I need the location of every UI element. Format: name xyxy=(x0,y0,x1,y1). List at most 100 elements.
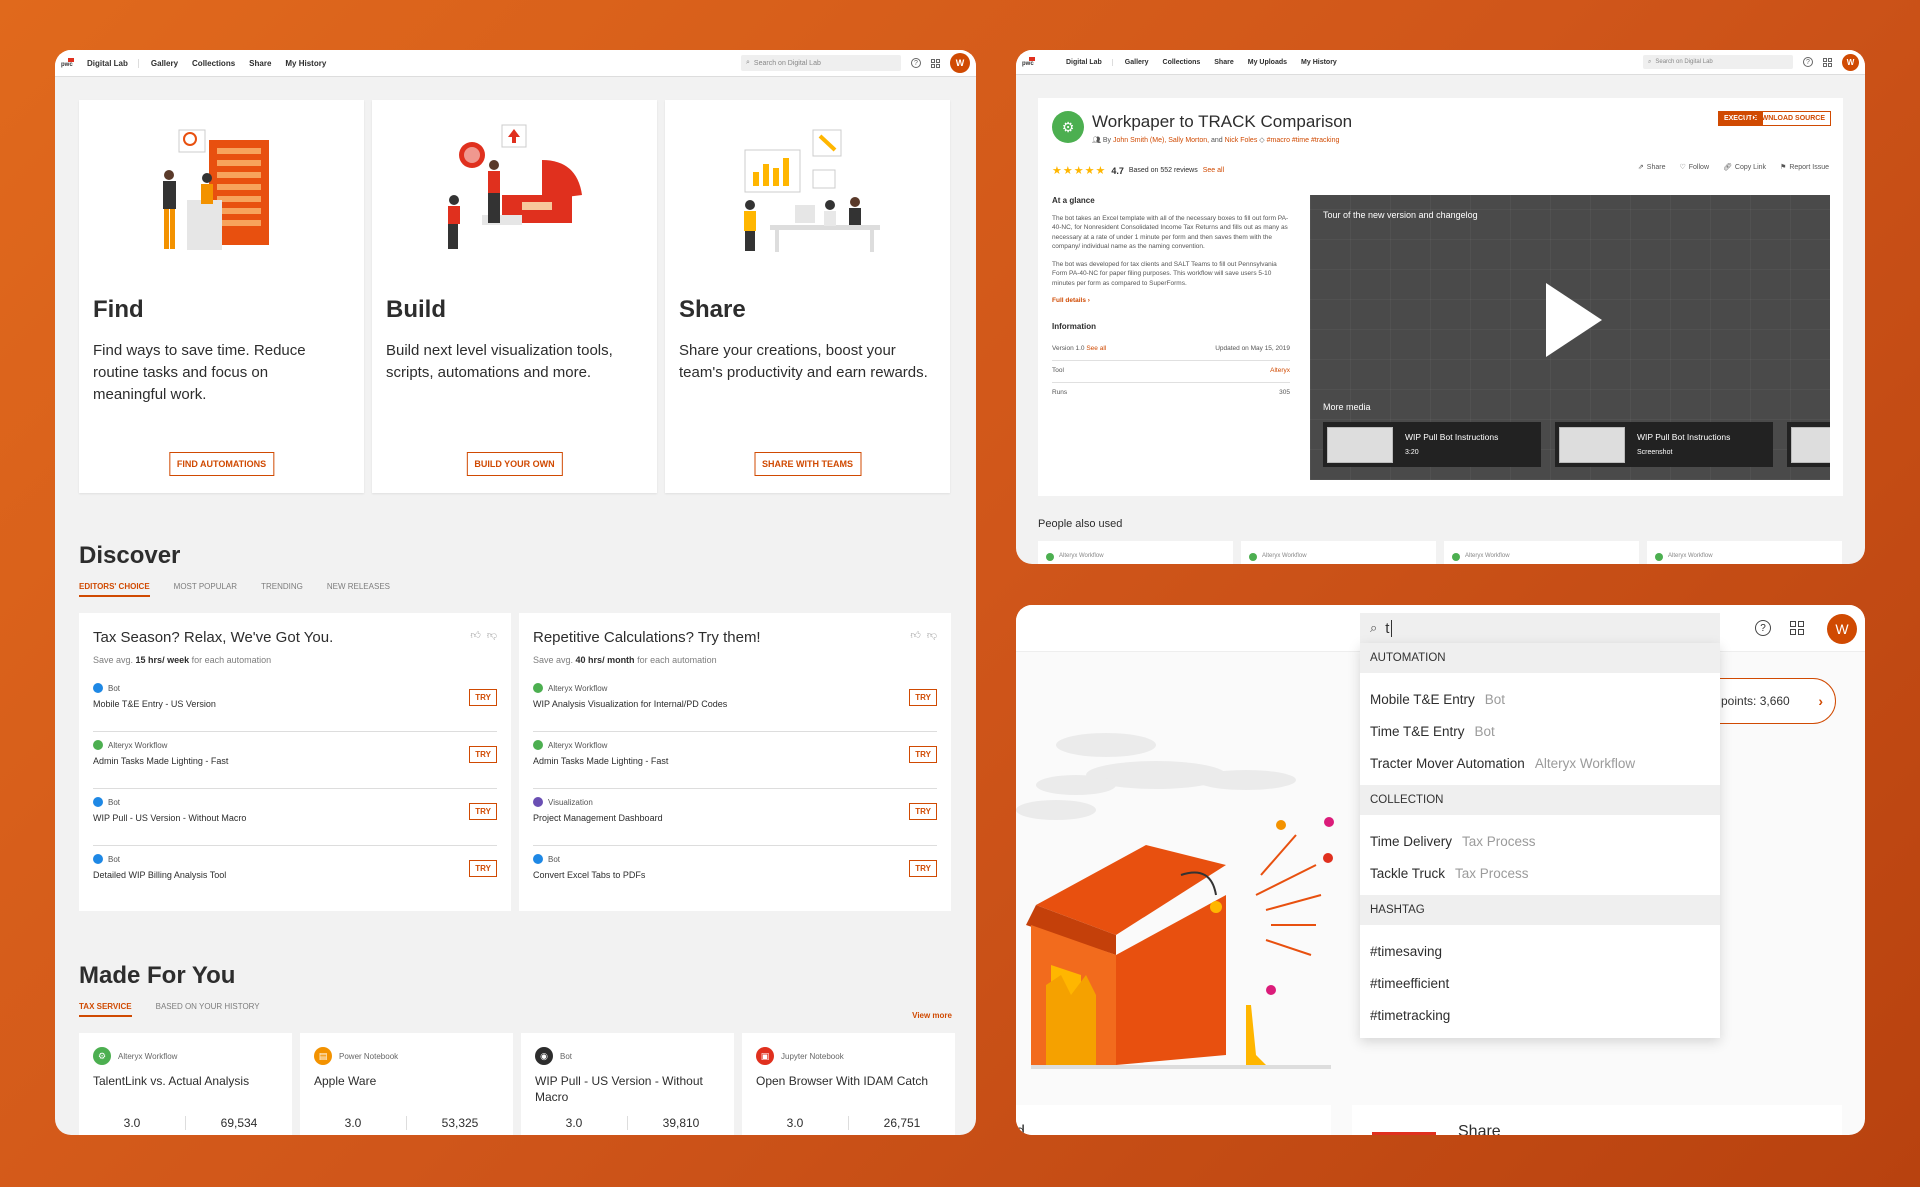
visualization-icon xyxy=(533,797,543,807)
try-button[interactable]: TRY xyxy=(469,746,497,763)
suggestion-item[interactable]: Tracter Mover Automation Alteryx Workflow xyxy=(1360,747,1720,779)
video-player[interactable]: Tour of the new version and changelog Mo… xyxy=(1310,195,1830,480)
suggestion-item[interactable]: #timeefficient xyxy=(1360,967,1720,999)
suggestion-item[interactable]: #timesaving xyxy=(1360,935,1720,967)
tab-most-popular[interactable]: MOST POPULAR xyxy=(174,582,237,597)
related-card[interactable]: Alteryx Workflow xyxy=(1241,541,1436,564)
avatar[interactable]: W xyxy=(1842,53,1859,71)
suggestion-item[interactable]: Tackle Truck Tax Process xyxy=(1360,857,1720,889)
see-all-reviews-link[interactable]: See all xyxy=(1203,167,1224,174)
suggestion-name: #timesaving xyxy=(1370,943,1443,959)
star-rating-icon: ★★★★★ xyxy=(1052,165,1107,177)
avatar[interactable]: W xyxy=(950,53,970,73)
build-your-own-button[interactable]: BUILD YOUR OWN xyxy=(466,452,563,476)
logo[interactable]: pwc Digital Lab xyxy=(61,57,139,69)
tab-tax-service[interactable]: TAX SERVICE xyxy=(79,1002,132,1017)
nav-my-uploads[interactable]: My Uploads xyxy=(1248,59,1287,66)
list-item[interactable]: Visualization Project Management Dashboa… xyxy=(533,789,937,846)
recommendation-card[interactable]: ▤ Power Notebook Apple Ware 3.0 53,325 xyxy=(300,1033,513,1135)
find-title: Find xyxy=(93,296,144,323)
search-input[interactable]: ⌕ t xyxy=(1360,613,1720,643)
bot-icon xyxy=(93,683,103,693)
nav-collections[interactable]: Collections xyxy=(192,59,235,68)
apps-grid-icon[interactable] xyxy=(1790,621,1804,635)
thumbs-down-icon[interactable]: 👎︎ xyxy=(927,629,937,641)
share-card: Share Share your creations, boost your t… xyxy=(665,100,950,493)
author-link[interactable]: Nick Foles xyxy=(1225,137,1258,144)
try-button[interactable]: TRY xyxy=(469,860,497,877)
tool-value[interactable]: Alteryx xyxy=(1270,366,1290,377)
bot-icon xyxy=(533,854,543,864)
nav-my-history[interactable]: My History xyxy=(1301,59,1337,66)
tab-trending[interactable]: TRENDING xyxy=(261,582,303,597)
bot-icon: ◉ xyxy=(535,1047,553,1065)
try-button[interactable]: TRY xyxy=(909,689,937,706)
list-item[interactable]: Alteryx Workflow Admin Tasks Made Lighti… xyxy=(533,732,937,789)
try-button[interactable]: TRY xyxy=(909,803,937,820)
nav-my-history[interactable]: My History xyxy=(285,59,326,68)
list-item[interactable]: Bot Mobile T&E Entry - US Version TRY xyxy=(93,675,497,732)
copy-link-action[interactable]: 🔗︎ Copy Link xyxy=(1723,163,1766,172)
save-value: 15 hrs/ week xyxy=(135,655,190,665)
list-item[interactable]: Bot Convert Excel Tabs to PDFs TRY xyxy=(533,846,937,903)
suggestion-item[interactable]: Time Delivery Tax Process xyxy=(1360,825,1720,857)
find-automations-button[interactable]: FIND AUTOMATIONS xyxy=(168,452,275,476)
nav-collections[interactable]: Collections xyxy=(1163,59,1201,66)
nav-share[interactable]: Share xyxy=(249,59,271,68)
full-details-link[interactable]: Full details › xyxy=(1052,296,1290,306)
list-item[interactable]: Bot WIP Pull - US Version - Without Macr… xyxy=(93,789,497,846)
recommendation-card[interactable]: ▣ Jupyter Notebook Open Browser With IDAM… xyxy=(742,1033,955,1135)
suggestion-item[interactable]: #timetracking xyxy=(1360,999,1720,1031)
nav-share[interactable]: Share xyxy=(1214,59,1233,66)
try-button[interactable]: TRY xyxy=(909,860,937,877)
thumbs-down-icon[interactable]: 👎︎ xyxy=(487,629,497,641)
help-icon[interactable]: ? xyxy=(1803,57,1813,67)
apps-grid-icon[interactable] xyxy=(1823,57,1832,67)
help-icon[interactable]: ? xyxy=(1755,620,1771,636)
tab-new-releases[interactable]: NEW RELEASES xyxy=(327,582,390,597)
related-card[interactable]: Alteryx Workflow xyxy=(1647,541,1842,564)
logo[interactable]: pwc Digital Lab xyxy=(1022,56,1113,68)
hashtags[interactable]: #macro #time #tracking xyxy=(1267,137,1340,144)
item-name: Detailed WIP Billing Analysis Tool xyxy=(93,870,227,880)
share-with-teams-button[interactable]: SHARE WITH TEAMS xyxy=(754,452,861,476)
tab-based-on-history[interactable]: BASED ON YOUR HISTORY xyxy=(156,1002,260,1017)
authors-link[interactable]: John Smith (Me), Sally Morton, xyxy=(1113,137,1209,144)
tab-editors-choice[interactable]: EDITORS' CHOICE xyxy=(79,582,150,597)
share-action[interactable]: ⇗ Share xyxy=(1638,163,1666,172)
media-item[interactable]: WIP Pull Bot Instructions 3:20 xyxy=(1323,422,1541,467)
help-icon[interactable]: ? xyxy=(911,58,921,68)
search-input[interactable]: ⌕ Search on Digital Lab xyxy=(741,55,901,71)
follow-action[interactable]: ♡ Follow xyxy=(1679,163,1709,172)
download-source-button[interactable]: DOWNLOAD SOURCE xyxy=(1745,111,1831,126)
report-issue-action[interactable]: ⚑ Report Issue xyxy=(1780,163,1829,172)
list-item[interactable]: Alteryx Workflow WIP Analysis Visualizat… xyxy=(533,675,937,732)
thumbs-up-icon[interactable]: 👍︎ xyxy=(910,629,920,641)
suggestion-item[interactable]: Mobile T&E Entry Bot xyxy=(1360,683,1720,715)
suggestion-item[interactable]: Time T&E Entry Bot xyxy=(1360,715,1720,747)
view-more-link[interactable]: View more xyxy=(912,1011,952,1020)
list-item[interactable]: Alteryx Workflow Admin Tasks Made Lighti… xyxy=(93,732,497,789)
try-button[interactable]: TRY xyxy=(469,803,497,820)
related-type: Alteryx Workflow xyxy=(1465,553,1510,559)
alteryx-workflow-icon: ⚙ xyxy=(1052,111,1084,143)
related-card[interactable]: Alteryx Workflow xyxy=(1038,541,1233,564)
play-icon[interactable] xyxy=(1546,283,1602,357)
search-input[interactable]: ⌕ Search on Digital Lab xyxy=(1643,55,1793,69)
related-card[interactable]: Alteryx Workflow xyxy=(1444,541,1639,564)
version-see-all-link[interactable]: See all xyxy=(1086,345,1106,352)
try-button[interactable]: TRY xyxy=(469,689,497,706)
nav-gallery[interactable]: Gallery xyxy=(151,59,178,68)
thumbs-up-icon[interactable]: 👍︎ xyxy=(470,629,480,641)
made-for-you-title: Made For You xyxy=(79,962,236,989)
apps-grid-icon[interactable] xyxy=(931,58,940,68)
media-item[interactable]: WIP Pull Bot Instructions Screenshot xyxy=(1555,422,1773,467)
nav-gallery[interactable]: Gallery xyxy=(1125,59,1149,66)
recommendation-card[interactable]: ◉ Bot WIP Pull - US Version - Without Mac… xyxy=(521,1033,734,1135)
build-desc: Build next level visualization tools, sc… xyxy=(386,342,613,381)
recommendation-card[interactable]: ⚙ Alteryx Workflow TalentLink vs. Actual … xyxy=(79,1033,292,1135)
try-button[interactable]: TRY xyxy=(909,746,937,763)
media-item[interactable] xyxy=(1787,422,1830,467)
avatar[interactable]: W xyxy=(1827,614,1857,644)
list-item[interactable]: Bot Detailed WIP Billing Analysis Tool T… xyxy=(93,846,497,903)
